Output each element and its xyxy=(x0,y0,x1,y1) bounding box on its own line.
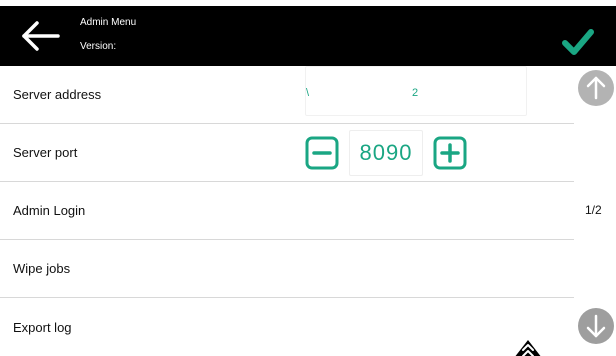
row-wipe-jobs[interactable]: Wipe jobs xyxy=(0,240,574,298)
settings-list: Server address \ 2 Server port 8090 Admi… xyxy=(0,66,574,356)
header-title: Admin Menu xyxy=(80,17,137,28)
port-decrement-button[interactable] xyxy=(305,136,339,170)
port-increment-button[interactable] xyxy=(433,136,467,170)
back-button[interactable] xyxy=(18,20,62,52)
double-chevron-up-icon xyxy=(515,340,541,356)
server-port-input[interactable]: 8090 xyxy=(349,130,423,176)
arrow-left-icon xyxy=(22,21,60,51)
row-server-port: Server port 8090 xyxy=(0,124,574,182)
arrow-up-circle-icon xyxy=(578,70,614,106)
arrow-down-circle-icon xyxy=(578,308,614,344)
row-label: Server address xyxy=(13,87,102,102)
row-label: Server port xyxy=(13,145,78,160)
row-label: Export log xyxy=(13,319,72,335)
expand-panel-button[interactable] xyxy=(512,338,544,356)
version-label: Version: xyxy=(80,41,117,52)
scroll-down-button[interactable] xyxy=(578,308,614,344)
page-indicator: 1/2 xyxy=(585,203,602,217)
row-server-address[interactable]: Server address \ 2 xyxy=(0,66,574,124)
plus-square-icon xyxy=(433,136,467,170)
minus-square-icon xyxy=(305,136,339,170)
server-address-input[interactable]: \ 2 xyxy=(305,66,527,116)
row-export-log[interactable]: Export log xyxy=(0,298,574,356)
row-label: Wipe jobs xyxy=(13,261,71,276)
row-admin-login[interactable]: Admin Login xyxy=(0,182,574,240)
server-address-part: \ xyxy=(306,87,310,99)
server-address-part: 2 xyxy=(412,87,419,99)
confirm-button[interactable] xyxy=(562,26,594,58)
checkmark-icon xyxy=(562,29,594,55)
header-bar: Admin Menu Version: xyxy=(0,6,616,66)
scroll-up-button[interactable] xyxy=(578,70,614,106)
row-label: Admin Login xyxy=(13,203,86,218)
